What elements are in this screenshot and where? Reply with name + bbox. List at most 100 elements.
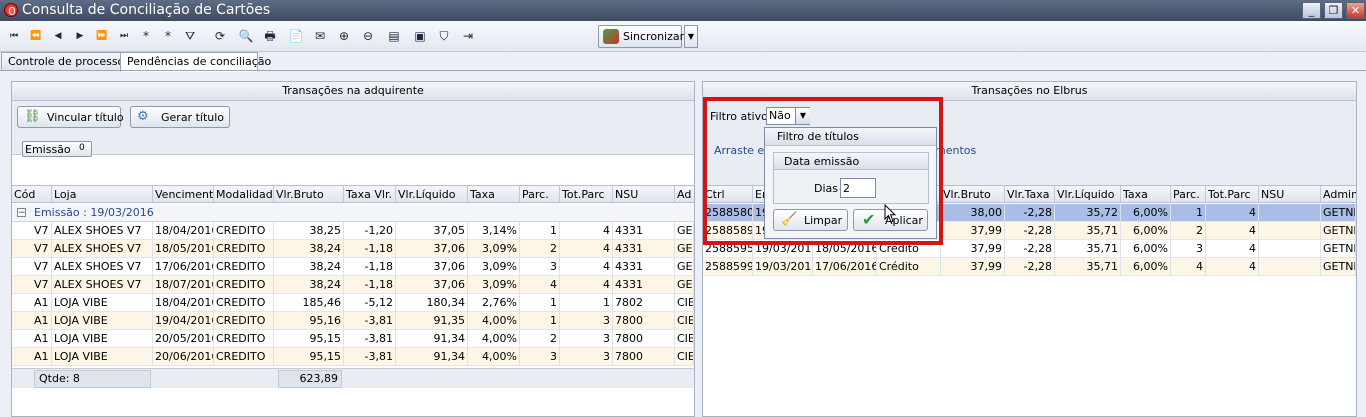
table-cell: -3,81 [344, 312, 396, 330]
col-parc[interactable]: Parc. [520, 186, 560, 203]
tab-pendencias-conciliacao[interactable]: Pendências de conciliação [120, 52, 271, 72]
table-cell: 18/05/2016 [153, 240, 214, 258]
collapse-icon[interactable]: − [17, 208, 26, 218]
layout-icon[interactable]: ▤ [384, 25, 404, 47]
group-chip-emissao[interactable]: Emissão 0 [22, 141, 92, 157]
col-taxa-vlr[interactable]: Taxa Vlr. [344, 186, 396, 203]
table-row[interactable]: A1 LOJA VIBE 20/06/2016 CREDITO 95,15 -3,81 91… [12, 348, 694, 366]
zoom-out-icon[interactable]: ⊖ [358, 25, 378, 47]
col-adquirente[interactable]: Ad [675, 186, 694, 203]
restore-button[interactable]: ❐ [1324, 2, 1343, 19]
prev-record-icon[interactable]: ◀ [48, 25, 68, 47]
table-cell: 1 [520, 312, 560, 330]
table-row[interactable]: A1 LOJA VIBE 19/04/2016 CREDITO 95,16 -3,81 91… [12, 312, 694, 330]
export-icon[interactable]: 📄 [286, 25, 306, 47]
col-tot-parc[interactable]: Tot.Parc [560, 186, 613, 203]
link-title-label: Vincular título [47, 111, 124, 124]
table-cell: CREDITO [214, 330, 274, 348]
table-cell: 6,00% [1121, 222, 1171, 240]
table-row[interactable]: V7 ALEX SHOES V7 18/05/2016 CREDITO 38,24 -1,… [12, 240, 694, 258]
generate-title-button[interactable]: ⚙ Gerar título [130, 106, 230, 128]
table-cell: 3,09% [468, 258, 520, 276]
table-cell: 2 [520, 330, 560, 348]
last-record-icon[interactable]: ⏭ [114, 25, 134, 47]
grid-settings-icon[interactable]: ▣ [410, 25, 430, 47]
table-row[interactable]: A1 LOJA VIBE 18/04/2016 CREDITO 185,46 -5,12 1… [12, 294, 694, 312]
left-panel-title: Transações na adquirente [12, 82, 694, 101]
col-loja[interactable]: Loja [52, 186, 153, 203]
col-modalidade[interactable]: Modalidade [214, 186, 274, 203]
table-cell: 1 [520, 222, 560, 240]
table-cell: 38,24 [274, 258, 344, 276]
col-administradora[interactable]: Admin [1321, 186, 1356, 203]
col-vlr-liquido-right[interactable]: Vlr.Líquido [1055, 186, 1121, 203]
first-record-icon[interactable]: ⏮ [4, 25, 24, 47]
generate-title-label: Gerar título [161, 111, 225, 124]
table-row[interactable]: A1 LOJA VIBE 20/05/2016 CREDITO 95,15 -3,81 91… [12, 330, 694, 348]
table-cell: CREDITO [214, 294, 274, 312]
table-row[interactable]: V7 ALEX SHOES V7 18/07/2016 CREDITO 38,24 -1,… [12, 276, 694, 294]
col-taxa[interactable]: Taxa [468, 186, 520, 203]
col-cod[interactable]: Cód [12, 186, 52, 203]
table-cell: V7 [32, 222, 52, 240]
prev-page-icon[interactable]: ⏪ [26, 25, 46, 47]
col-parc-right[interactable]: Parc. [1171, 186, 1206, 203]
insert-copy-icon[interactable]: * [158, 25, 178, 47]
insert-icon[interactable]: * [136, 25, 156, 47]
table-cell: GETNE [1321, 222, 1356, 240]
window-title: Consulta de Conciliação de Cartões [22, 2, 271, 18]
col-nsu-right[interactable]: NSU [1259, 186, 1321, 203]
filter-icon[interactable]: ⛉ [434, 25, 454, 47]
refresh-icon[interactable]: ⟳ [210, 25, 230, 47]
table-cell: 7800 [613, 312, 675, 330]
table-row[interactable]: V7 ALEX SHOES V7 18/04/2016 CREDITO 38,25 -1,… [12, 222, 694, 240]
table-cell: A1 [32, 312, 52, 330]
table-cell: 17/06/2016 [813, 258, 877, 276]
tab-controle-processos[interactable]: Controle de processos [1, 52, 130, 71]
col-vencimento[interactable]: Vencimento [153, 186, 214, 203]
group-row-emissao[interactable]: − Emissão : 19/03/2016 [12, 204, 694, 222]
close-button[interactable]: ✕ [1346, 2, 1365, 19]
table-cell: CIE [675, 330, 694, 348]
link-title-button[interactable]: ⛓ Vincular título [17, 106, 124, 128]
table-cell: 7800 [613, 348, 675, 366]
table-cell: 4331 [613, 240, 675, 258]
table-cell: 91,35 [396, 312, 468, 330]
table-cell: 6,00% [1121, 204, 1171, 222]
next-page-icon[interactable]: ⏩ [92, 25, 112, 47]
table-row[interactable]: 2588599 19/03/2016 17/06/2016 Crédito 37,99-… [703, 258, 1356, 276]
toolbar: ⏮ ⏪ ◀ ▶ ⏩ ⏭ * * ⛛ ⟳ 🔍 🖶 📄 ✉ ⊕ ⊖ ▤ ▣ ⛉ ⇥ … [0, 21, 1366, 52]
table-cell: ALEX SHOES V7 [52, 222, 153, 240]
col-vlr-bruto[interactable]: Vlr.Bruto [274, 186, 344, 203]
col-vlr-bruto-right[interactable]: Vlr.Bruto [941, 186, 1005, 203]
col-taxa-right[interactable]: Taxa [1121, 186, 1171, 203]
table-cell: 35,72 [1055, 204, 1121, 222]
table-cell: 4 [1206, 204, 1259, 222]
next-record-icon[interactable]: ▶ [70, 25, 90, 47]
table-cell: 4 [520, 276, 560, 294]
exit-icon[interactable]: ⇥ [458, 25, 478, 47]
preview-icon[interactable]: 🔍 [236, 25, 256, 47]
table-cell: 91,34 [396, 330, 468, 348]
minimize-button[interactable]: _ [1302, 2, 1321, 19]
tab-divider [0, 70, 1366, 71]
col-tot-parc-right[interactable]: Tot.Parc [1206, 186, 1259, 203]
table-cell: 2 [520, 240, 560, 258]
col-nsu[interactable]: NSU [613, 186, 675, 203]
table-cell: 4331 [613, 222, 675, 240]
left-grid-body: V7 ALEX SHOES V7 18/04/2016 CREDITO 38,25 -1,… [12, 222, 694, 366]
table-cell: -2,28 [1005, 240, 1055, 258]
col-vlr-taxa[interactable]: Vlr.Taxa [1005, 186, 1055, 203]
col-vlr-liquido[interactable]: Vlr.Líquido [396, 186, 468, 203]
sync-dropdown-button[interactable]: ▼ [684, 25, 698, 48]
table-row[interactable]: V7 ALEX SHOES V7 17/06/2016 CREDITO 38,24 -1,… [12, 258, 694, 276]
print-icon[interactable]: 🖶 [260, 25, 280, 47]
filter-box-icon[interactable]: ⛛ [180, 25, 200, 47]
zoom-in-icon[interactable]: ⊕ [334, 25, 354, 47]
sync-button[interactable]: Sincronizar [598, 25, 684, 48]
table-cell: 4 [1171, 258, 1206, 276]
table-cell: 6,00% [1121, 258, 1171, 276]
email-icon[interactable]: ✉ [310, 25, 330, 47]
table-cell: 3 [560, 330, 613, 348]
table-cell: 20/05/2016 [153, 330, 214, 348]
